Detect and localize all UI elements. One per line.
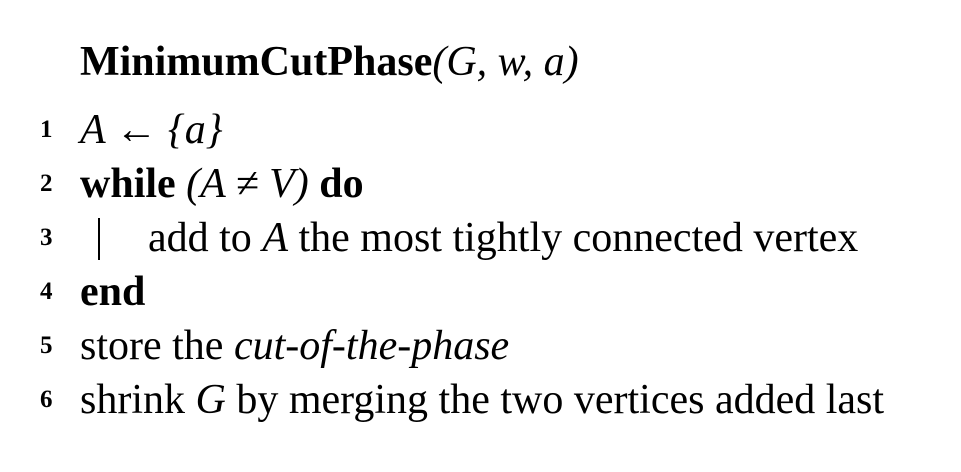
procedure-params: (G, w, a) — [432, 39, 579, 85]
emphasis: cut-of-the-phase — [233, 323, 510, 369]
line-number: 4 — [40, 278, 53, 305]
text-segment: shrink — [80, 377, 196, 423]
variable: A — [262, 215, 288, 261]
text-segment: store the — [80, 323, 234, 369]
line-number: 5 — [40, 332, 53, 359]
text-segment: by merging the two vertices added last — [225, 377, 885, 423]
line-number: 6 — [40, 386, 53, 413]
line-code: add to A the most tightly connected vert… — [148, 212, 858, 264]
procedure-name: MinimumCutPhase — [80, 39, 433, 85]
line-code: shrink G by merging the two vertices add… — [80, 374, 884, 426]
line-code: while (A ≠ V) do — [80, 158, 364, 210]
algorithm-title: MinimumCutPhase(G, w, a) — [80, 36, 579, 88]
line-code: A ← {a} — [80, 107, 223, 153]
keyword-end: end — [80, 269, 146, 315]
line-number: 3 — [40, 224, 53, 251]
algorithm-block: MinimumCutPhase(G, w, a) 1 A ← {a} 2 whi… — [0, 0, 961, 472]
keyword-while: while — [80, 161, 176, 207]
text-segment: the most tightly connected vertex — [287, 215, 859, 261]
text-segment: add to — [148, 215, 263, 261]
keyword-do: do — [319, 161, 364, 207]
line-code: store the cut-of-the-phase — [80, 320, 509, 372]
variable: G — [195, 377, 226, 423]
indent-bar — [98, 218, 100, 260]
loop-condition: (A ≠ V) — [175, 161, 320, 207]
line-number: 2 — [40, 170, 53, 197]
line-number: 1 — [40, 116, 53, 143]
